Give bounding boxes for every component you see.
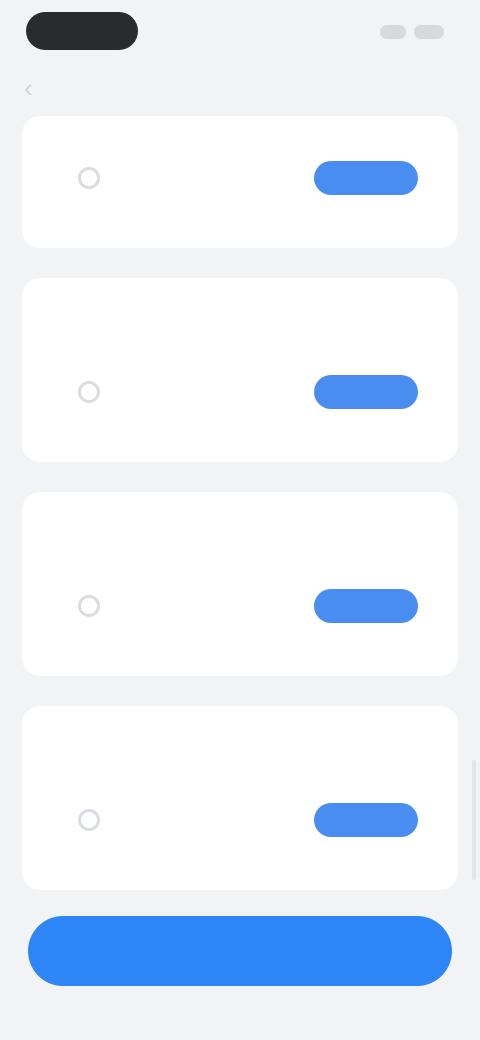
radio-icon[interactable]: [78, 167, 100, 189]
row-text: [122, 817, 314, 823]
section-card-1: [22, 116, 458, 248]
list-item[interactable]: [44, 772, 436, 868]
row-text: [122, 175, 314, 181]
list-item[interactable]: [44, 558, 436, 654]
battery-icon: [414, 25, 444, 39]
section-card-2: [22, 278, 458, 462]
row-text: [122, 389, 314, 395]
section-label: [48, 302, 436, 326]
footer: [28, 916, 452, 986]
section-label: [48, 516, 436, 540]
row-action-button[interactable]: [314, 803, 418, 837]
nav-bar: ‹: [0, 64, 480, 112]
radio-icon[interactable]: [78, 381, 100, 403]
dynamic-island: [26, 12, 138, 50]
signal-icon: [380, 25, 406, 39]
section-card-3: [22, 492, 458, 676]
section-card-4: [22, 706, 458, 890]
row-action-button[interactable]: [314, 161, 418, 195]
chevron-left-icon[interactable]: ‹: [24, 74, 52, 102]
radio-icon[interactable]: [78, 595, 100, 617]
scrollbar[interactable]: [472, 760, 476, 880]
row-action-button[interactable]: [314, 589, 418, 623]
list-item[interactable]: [44, 130, 436, 226]
radio-icon[interactable]: [78, 809, 100, 831]
settings-list: [22, 116, 458, 920]
row-text: [122, 603, 314, 609]
status-icons: [380, 22, 444, 42]
status-bar: [0, 0, 480, 64]
primary-button[interactable]: [28, 916, 452, 986]
row-action-button[interactable]: [314, 375, 418, 409]
section-label: [48, 730, 436, 754]
list-item[interactable]: [44, 344, 436, 440]
